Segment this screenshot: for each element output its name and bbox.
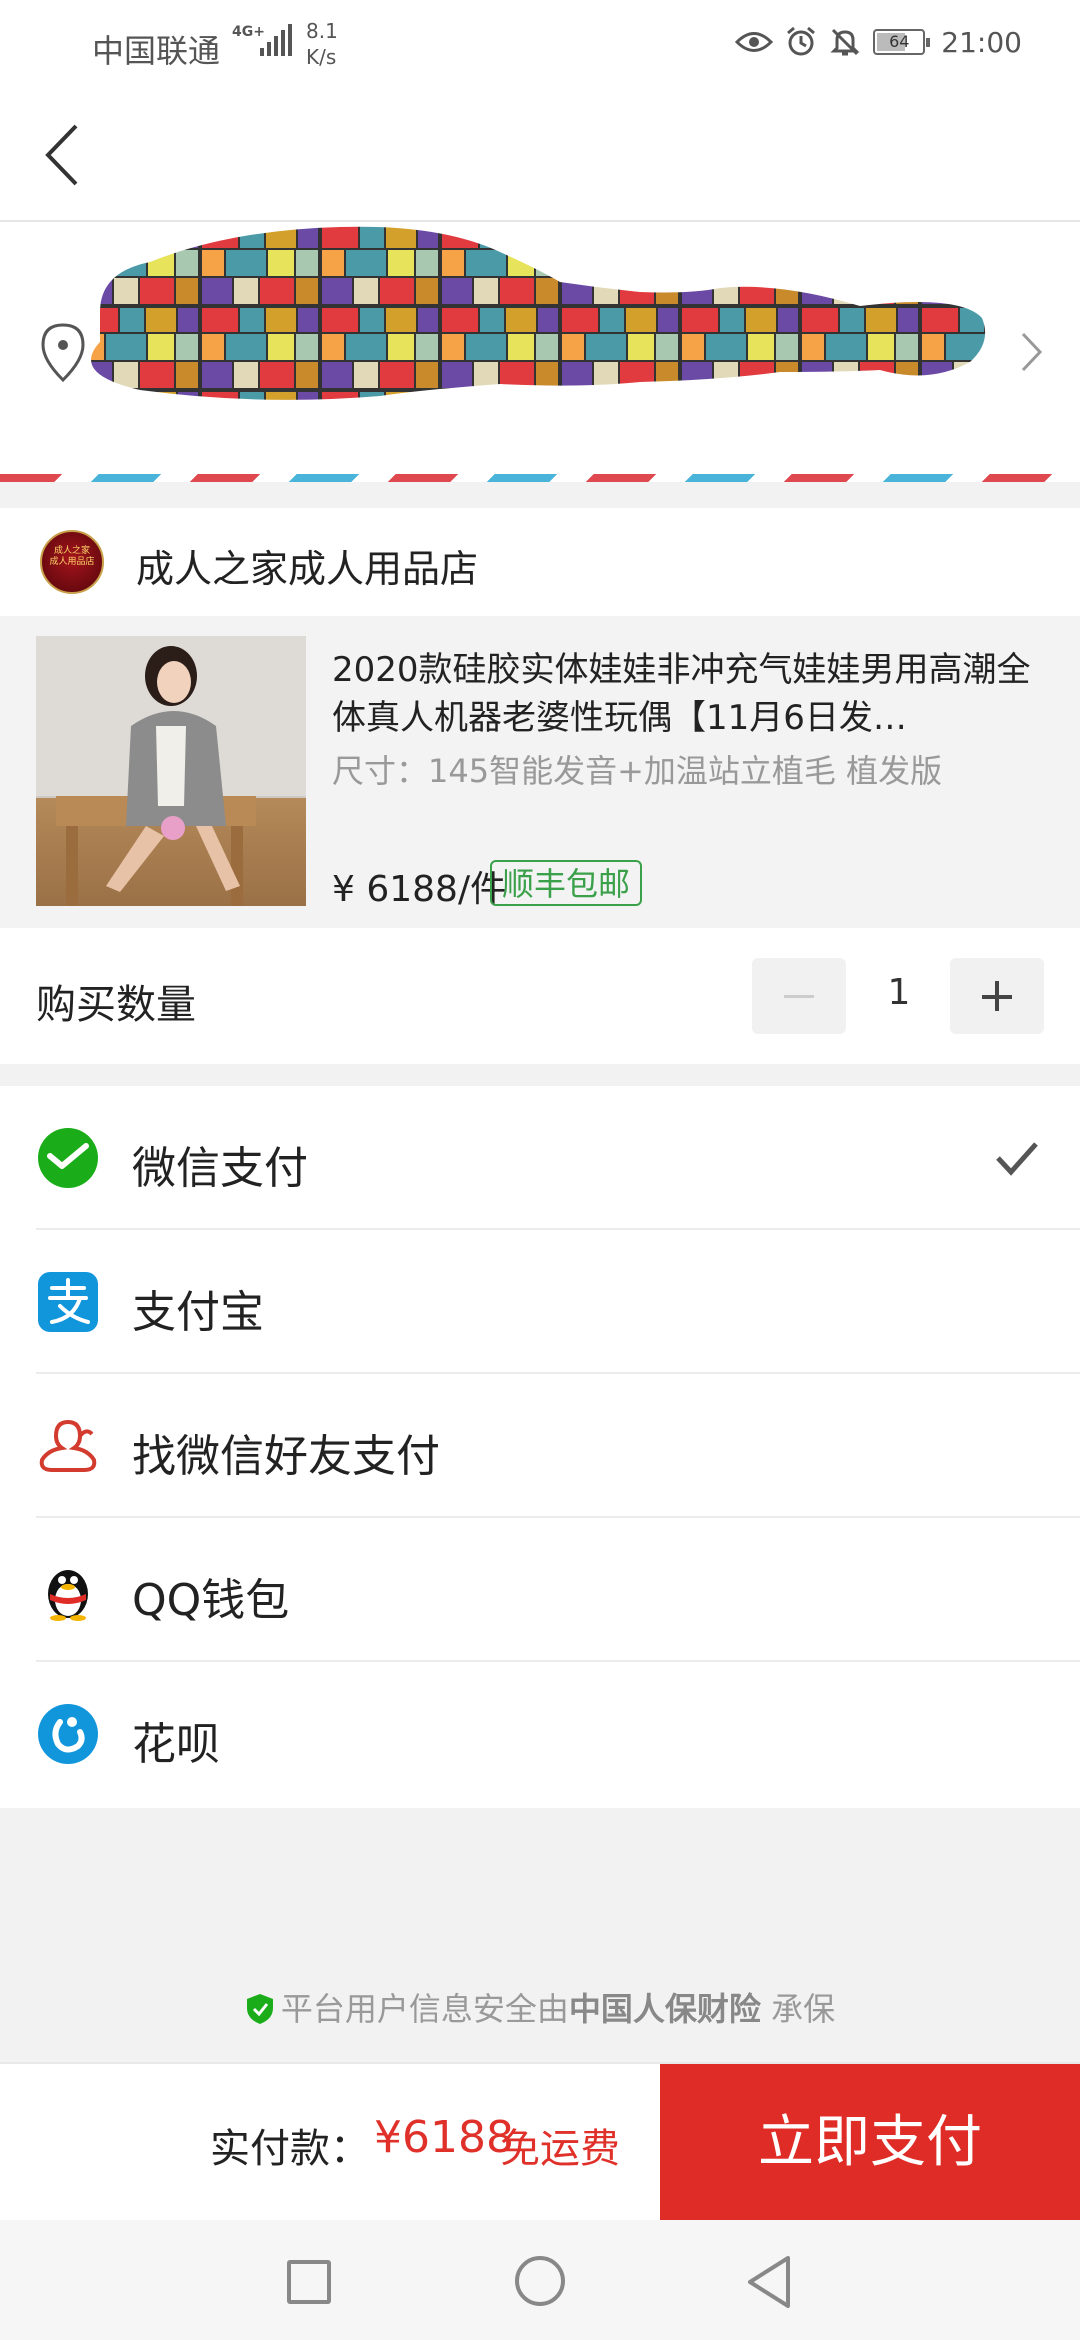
speed-value: 8.1 xyxy=(306,19,338,43)
qq-wallet-icon xyxy=(48,1570,88,1621)
product-price: ¥ 6188/件 xyxy=(332,869,507,910)
mute-icon xyxy=(830,28,860,56)
payment-option-qq[interactable]: QQ钱包 xyxy=(0,1518,1080,1662)
pay-now-button[interactable]: 立即支付 xyxy=(660,2064,1080,2222)
top-nav xyxy=(0,86,1080,222)
shipping-address[interactable] xyxy=(0,222,1080,484)
total-amount: ¥6188 xyxy=(374,2112,514,2163)
payment-option-alipay[interactable]: 支付宝 xyxy=(0,1230,1080,1374)
payment-option-label: 花呗 xyxy=(132,1719,220,1770)
quantity-increase-button[interactable] xyxy=(950,958,1044,1034)
security-note: 平台用户信息安全由中国人保财险 承保 xyxy=(0,1984,1080,2030)
redacted-address-mosaic xyxy=(91,226,986,400)
payment-option-label: 找微信好友支付 xyxy=(132,1431,440,1482)
free-shipping-label: 免运费 xyxy=(500,2126,620,2172)
wechat-pay-icon xyxy=(38,1128,98,1188)
battery-indicator: 64 xyxy=(873,29,931,55)
system-back-icon[interactable] xyxy=(744,2254,794,2310)
shop-logo-text-top: 成人之家 xyxy=(53,546,90,556)
clock: 21:00 xyxy=(941,25,1022,59)
product-spec: 尺寸：145智能发音+加温站立植毛 植发版 xyxy=(332,752,943,790)
payment-option-wechat[interactable]: 微信支付 xyxy=(0,1086,1080,1230)
quantity-label: 购买数量 xyxy=(36,982,196,1028)
payment-option-label: 支付宝 xyxy=(132,1287,264,1338)
recent-apps-icon[interactable] xyxy=(287,2260,331,2304)
friend-pay-icon xyxy=(39,1419,97,1472)
payment-method-list: 微信支付 支付宝 找微信好友支付 QQ钱包 花呗 xyxy=(0,1086,1080,1808)
quantity-row: 购买数量 1 xyxy=(0,928,1080,1064)
huabei-icon xyxy=(38,1704,98,1764)
home-icon[interactable] xyxy=(515,2256,565,2306)
back-icon[interactable] xyxy=(40,120,100,190)
security-note-suffix: 承保 xyxy=(771,1990,836,2028)
airmail-border xyxy=(0,474,1080,482)
shop-logo: 成人之家 成人用品店 xyxy=(40,530,104,594)
checkout-bar: 实付款： ¥6188 免运费 立即支付 xyxy=(0,2062,1080,2222)
quantity-decrease-button[interactable] xyxy=(752,958,846,1034)
eye-comfort-icon xyxy=(735,32,774,52)
payment-option-friend[interactable]: 找微信好友支付 xyxy=(0,1374,1080,1518)
status-bar: 中国联通 4G+ 8.1 K/s 64 21:00 xyxy=(0,0,1080,86)
status-icons: 64 21:00 xyxy=(735,22,1022,62)
carrier-name: 中国联通 xyxy=(92,32,221,70)
shipping-tag: 顺丰包邮 xyxy=(490,860,643,906)
shield-check-icon xyxy=(246,1994,273,2024)
shop-header[interactable]: 成人之家 成人用品店 成人之家成人用品店 xyxy=(0,508,1080,616)
payment-option-label: QQ钱包 xyxy=(132,1575,290,1626)
checkmark-icon xyxy=(996,1142,1038,1176)
section-gap xyxy=(0,482,1080,508)
security-note-prefix: 平台用户信息安全由 xyxy=(280,1990,569,2028)
shop-name: 成人之家成人用品店 xyxy=(136,547,479,591)
product-image xyxy=(36,636,306,906)
insurer-name: 中国人保财险 xyxy=(568,1990,761,2028)
product-title: 2020款硅胶实体娃娃非冲充气娃娃男用高潮全体真人机器老婆性玩偶【11月6日发… xyxy=(332,650,1031,738)
speed-unit: K/s xyxy=(306,45,337,69)
signal-icon xyxy=(260,24,292,56)
quantity-value[interactable]: 1 xyxy=(860,972,938,1013)
battery-level: 64 xyxy=(889,32,910,51)
chevron-right-icon xyxy=(1021,332,1043,372)
shop-logo-text-bottom: 成人用品店 xyxy=(49,557,95,567)
section-gap xyxy=(0,1064,1080,1086)
total-label: 实付款： xyxy=(210,2126,370,2172)
system-nav-bar xyxy=(0,2220,1080,2340)
product-card[interactable]: 2020款硅胶实体娃娃非冲充气娃娃男用高潮全体真人机器老婆性玩偶【11月6日发…… xyxy=(0,616,1080,928)
product-photo-illustration xyxy=(36,636,306,906)
alipay-icon xyxy=(38,1272,98,1332)
alarm-icon xyxy=(787,26,816,56)
payment-option-huabei[interactable]: 花呗 xyxy=(0,1662,1080,1806)
network-speed: 8.1 K/s xyxy=(306,18,338,70)
payment-option-label: 微信支付 xyxy=(132,1143,308,1194)
